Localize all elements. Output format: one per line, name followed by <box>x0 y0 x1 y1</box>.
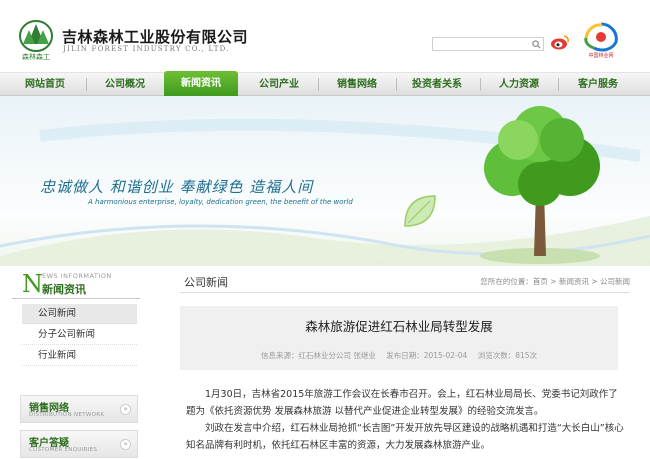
sidebar-item-company-news[interactable]: 公司新闻 <box>22 304 137 324</box>
sidebar-heading-cn: 新闻资讯 <box>42 283 86 296</box>
logo-caption: 森林森工 <box>22 53 50 61</box>
section-title: 公司新闻 <box>184 276 228 289</box>
article-source: 信息来源：红石林业分公司 张继业 <box>260 351 376 360</box>
article-meta: 信息来源：红石林业分公司 张继业 发布日期：2015-02-04 浏览次数：81… <box>180 350 618 361</box>
nav-news[interactable]: 新闻资讯 <box>164 71 238 96</box>
nav-investor-relations[interactable]: 投资者关系 <box>398 73 476 96</box>
article-header: 森林旅游促进红石林业局转型发展 信息来源：红石林业分公司 张继业 发布日期：20… <box>180 306 618 370</box>
breadcrumb[interactable]: 您所在的位置：首页 > 新闻资讯 > 公司新闻 <box>480 276 630 287</box>
nav-divider <box>86 78 87 91</box>
search-button[interactable] <box>529 38 543 50</box>
search-icon <box>531 39 541 49</box>
site-header: 森林森工 吉林森林工业股份有限公司 JILIN FOREST INDUSTRY … <box>0 0 650 72</box>
sidebar-heading-initial: N <box>22 270 43 298</box>
article-title: 森林旅游促进红石林业局转型发展 <box>305 319 493 334</box>
nav-sales-network[interactable]: 销售网络 <box>322 73 392 96</box>
leaf-icon <box>404 195 436 227</box>
sales-network-box[interactable]: 销售网络 DISTRIBUTION NETWORK » <box>20 395 138 423</box>
company-name: 吉林森林工业股份有限公司 <box>62 28 249 46</box>
customer-enquiries-subtitle: CUSTOMER ENQUIRIES <box>29 447 98 453</box>
nav-human-resources[interactable]: 人力资源 <box>484 73 554 96</box>
nav-home[interactable]: 网站首页 <box>10 73 80 96</box>
sidebar-heading-en: EWS INFORMATION <box>42 272 112 280</box>
nav-industry[interactable]: 公司产业 <box>244 73 314 96</box>
tree-icon <box>480 106 600 264</box>
article-views: 浏览次数：815次 <box>477 351 538 360</box>
chevron-right-icon: » <box>120 404 131 415</box>
article-body: 1月30日，吉林省2015年旅游工作会议在长春市召开。会上，红石林业局局长、党委… <box>186 386 626 454</box>
forest-network-label: 中国林业网 <box>588 53 614 59</box>
sidebar-item-industry-news[interactable]: 行业新闻 <box>22 346 137 366</box>
main-nav: 网站首页 公司概况 新闻资讯 公司产业 销售网络 投资者关系 人力资源 客户服务 <box>0 71 650 96</box>
chevron-right-icon: » <box>120 439 131 450</box>
sales-network-subtitle: DISTRIBUTION NETWORK <box>29 412 105 418</box>
banner-slogan: 忠诚做人 和谐创业 奉献绿色 造福人间 <box>40 178 314 196</box>
sidebar-heading: N EWS INFORMATION 新闻资讯 <box>12 270 140 300</box>
article-date: 发布日期：2015-02-04 <box>386 351 468 360</box>
nav-customer-service[interactable]: 客户服务 <box>562 73 634 96</box>
nav-divider <box>318 78 319 91</box>
company-name-en: JILIN FOREST INDUSTRY CO., LTD. <box>63 45 230 53</box>
content-header: 公司新闻 您所在的位置：首页 > 新闻资讯 > 公司新闻 <box>180 271 630 293</box>
nav-divider <box>396 78 397 91</box>
article-paragraph: 刘政在发言中介绍，红石林业局抢抓“长吉图”开发开放先导区建设的战略机遇和打造“大… <box>186 423 624 451</box>
article-paragraph: 1月30日，吉林省2015年旅游工作会议在长春市召开。会上，红石林业局局长、党委… <box>186 389 618 417</box>
search-input[interactable] <box>432 37 544 51</box>
customer-enquiries-box[interactable]: 客户答疑 CUSTOMER ENQUIRIES » <box>20 430 138 458</box>
hero-banner: 忠诚做人 和谐创业 奉献绿色 造福人间 A harmonious enterpr… <box>0 96 650 266</box>
sidebar-divider <box>12 298 140 299</box>
nav-company-overview[interactable]: 公司概况 <box>90 73 160 96</box>
sidebar-item-subsidiary-news[interactable]: 分子公司新闻 <box>22 325 137 345</box>
nav-divider <box>480 78 481 91</box>
banner-slogan-en: A harmonious enterprise, loyalty, dedica… <box>88 198 353 206</box>
weibo-icon[interactable] <box>550 34 570 50</box>
nav-divider <box>558 78 559 91</box>
